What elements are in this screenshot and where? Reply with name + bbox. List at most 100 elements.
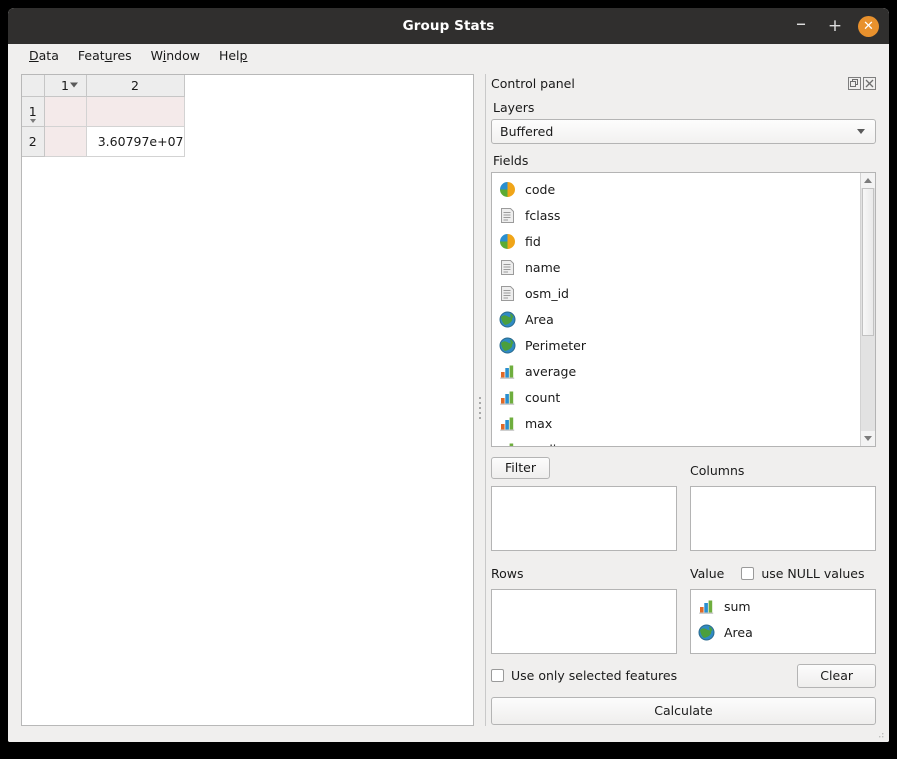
- row-header-2[interactable]: 2: [22, 126, 45, 157]
- fields-scrollbar[interactable]: [860, 173, 875, 446]
- results-table-frame[interactable]: 1 2 1 2 3.60797e+07: [21, 74, 474, 726]
- list-item-label: Area: [525, 311, 554, 327]
- column-header-2-label: 2: [131, 77, 139, 93]
- menubar: Data Features Window Help: [8, 44, 889, 68]
- menu-window[interactable]: Window: [143, 46, 208, 65]
- list-item-label: Perimeter: [525, 337, 586, 353]
- calculate-button[interactable]: Calculate: [491, 696, 876, 725]
- geometry-field-icon: [499, 337, 516, 354]
- list-item[interactable]: name: [492, 254, 860, 280]
- list-item-label: count: [525, 389, 561, 405]
- list-item-label: fid: [525, 233, 541, 249]
- rows-listbox[interactable]: [491, 589, 677, 654]
- menu-data[interactable]: Data: [21, 46, 67, 65]
- group-stats-window: Group Stats – + ✕ Data Features Window H…: [8, 8, 889, 742]
- list-item[interactable]: average: [492, 358, 860, 384]
- rows-value-boxes: sum Area: [491, 589, 876, 654]
- filter-button[interactable]: Filter: [491, 457, 550, 479]
- list-item[interactable]: code: [492, 176, 860, 202]
- layers-select[interactable]: Buffered: [491, 119, 876, 144]
- columns-label: Columns: [690, 462, 745, 478]
- menu-help[interactable]: Help: [211, 46, 256, 65]
- list-item[interactable]: Perimeter: [492, 332, 860, 358]
- list-item[interactable]: max: [492, 410, 860, 436]
- close-panel-icon[interactable]: [863, 76, 876, 90]
- checkbox-box[interactable]: [491, 669, 504, 683]
- list-item[interactable]: sum: [691, 593, 875, 619]
- value-listbox[interactable]: sum Area: [690, 589, 876, 654]
- columns-listbox[interactable]: [690, 486, 876, 551]
- list-item[interactable]: Area: [492, 306, 860, 332]
- cell-r2-c2[interactable]: 3.60797e+07: [86, 126, 185, 157]
- rows-label: Rows: [491, 565, 524, 581]
- text-field-icon: [499, 285, 516, 302]
- dock-buttons: [848, 76, 876, 90]
- column-header-2[interactable]: 2: [86, 75, 185, 97]
- row-header-1[interactable]: 1: [22, 96, 45, 127]
- statistic-icon: [499, 363, 516, 380]
- text-field-icon: [499, 259, 516, 276]
- geometry-field-icon: [499, 311, 516, 328]
- close-button[interactable]: ✕: [858, 15, 879, 37]
- scrollbar-thumb[interactable]: [862, 188, 874, 337]
- geometry-field-icon: [698, 624, 715, 641]
- numeric-field-icon: [499, 233, 516, 250]
- control-panel: Control panel Layers Buffered Fields cod…: [486, 68, 889, 742]
- rows-value-headers: Rows Value use NULL values: [491, 560, 876, 586]
- statistic-icon: [499, 389, 516, 406]
- list-item-label: fclass: [525, 207, 561, 223]
- list-item-label: max: [525, 415, 553, 431]
- row-header-1-label: 1: [28, 103, 37, 119]
- menu-features[interactable]: Features: [70, 46, 140, 65]
- cell-r1-c2[interactable]: [86, 96, 185, 127]
- cell-r1-c1[interactable]: [44, 96, 87, 127]
- list-item[interactable]: count: [492, 384, 860, 410]
- resize-grip-icon[interactable]: [875, 729, 885, 739]
- scrollbar-track[interactable]: [861, 188, 875, 431]
- list-item[interactable]: fclass: [492, 202, 860, 228]
- panel-splitter[interactable]: [474, 68, 486, 742]
- filter-listbox[interactable]: [491, 486, 677, 551]
- results-table[interactable]: 1 2 1 2 3.60797e+07: [22, 75, 185, 157]
- chevron-down-icon: [857, 129, 865, 134]
- minimize-button[interactable]: –: [790, 13, 812, 37]
- list-item[interactable]: fid: [492, 228, 860, 254]
- value-list: sum Area: [691, 590, 875, 653]
- expand-row-icon[interactable]: [29, 118, 36, 123]
- list-item[interactable]: osm_id: [492, 280, 860, 306]
- columns-list: [691, 487, 875, 550]
- window-controls: – + ✕: [790, 13, 879, 37]
- sort-descending-icon[interactable]: [69, 82, 78, 88]
- table-corner-cell[interactable]: [22, 75, 45, 97]
- table-header-row: 1 2: [22, 75, 185, 97]
- maximize-button[interactable]: +: [824, 15, 846, 37]
- rows-list: [492, 590, 676, 653]
- statistic-icon: [499, 441, 516, 446]
- cell-r2-c1[interactable]: [44, 126, 87, 157]
- use-only-selected-checkbox[interactable]: Use only selected features: [491, 668, 677, 683]
- clear-button[interactable]: Clear: [797, 664, 876, 688]
- table-row[interactable]: 2 3.60797e+07: [22, 126, 185, 157]
- column-header-1-label: 1: [61, 77, 69, 93]
- fields-list: code fclass fid name osm_id Area Perimet…: [492, 173, 860, 446]
- rows-header: Rows: [491, 560, 677, 586]
- use-null-values-checkbox[interactable]: use NULL values: [741, 566, 864, 581]
- column-header-1[interactable]: 1: [44, 75, 87, 97]
- fields-label: Fields: [493, 153, 529, 168]
- list-item[interactable]: Area: [691, 619, 875, 645]
- table-row[interactable]: 1: [22, 96, 185, 127]
- statistic-icon: [698, 598, 715, 615]
- list-item-label: Area: [724, 624, 753, 640]
- filter-columns-boxes: [491, 486, 876, 551]
- scroll-up-icon[interactable]: [861, 173, 875, 188]
- list-item[interactable]: median: [492, 436, 860, 446]
- scroll-down-icon[interactable]: [861, 431, 875, 446]
- float-panel-icon[interactable]: [848, 76, 861, 90]
- window-title: Group Stats: [402, 18, 495, 34]
- window-titlebar[interactable]: Group Stats – + ✕: [8, 8, 889, 44]
- statistic-icon: [499, 415, 516, 432]
- value-label: Value: [690, 565, 725, 581]
- checkbox-box[interactable]: [741, 566, 755, 580]
- fields-listbox[interactable]: code fclass fid name osm_id Area Perimet…: [491, 172, 876, 447]
- filter-columns-headers: Filter Columns: [491, 457, 876, 483]
